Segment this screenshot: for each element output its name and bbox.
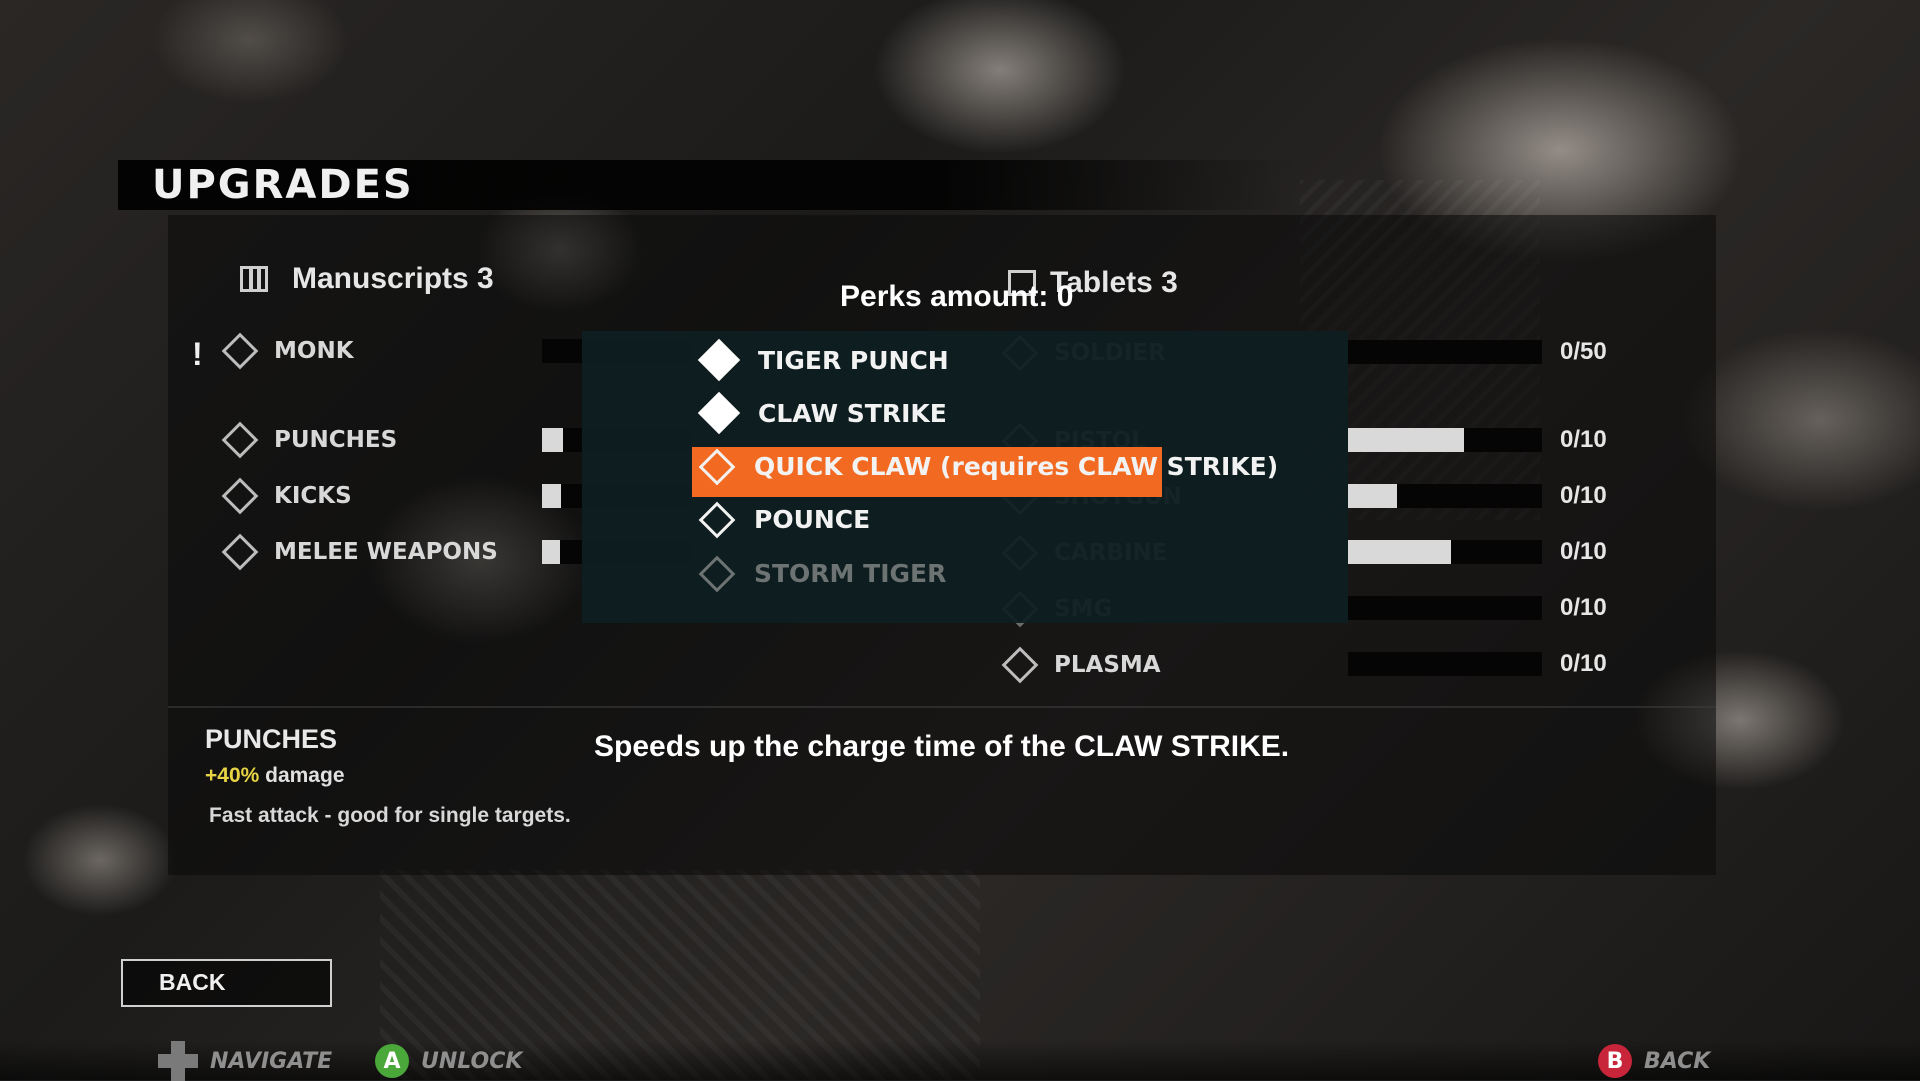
dpad-icon: [158, 1041, 198, 1081]
perk-diamond-icon: [697, 391, 741, 435]
skill-progress-bar: [1348, 428, 1542, 452]
skill-row-monk[interactable]: MONK: [220, 331, 354, 371]
skill-stat-label: damage: [259, 764, 345, 787]
a-button-icon: A: [375, 1044, 409, 1078]
skill-stat: +40% damage: [205, 764, 345, 788]
perks-amount: Perks amount: 0: [840, 280, 1074, 313]
skill-progress-fill: [542, 540, 560, 564]
perk-label: POUNCE: [754, 505, 871, 534]
perk-item[interactable]: CLAW STRIKE: [697, 391, 947, 435]
perk-label: TIGER PUNCH: [758, 345, 949, 375]
perk-diamond-icon: [698, 448, 736, 485]
skill-label: PLASMA: [1054, 652, 1161, 678]
alert-icon: !: [192, 336, 203, 372]
skill-stat-value: +40%: [205, 764, 260, 787]
skill-progress-value: 0/10: [1560, 426, 1607, 453]
perk-item[interactable]: TIGER PUNCH: [697, 338, 949, 382]
skill-progress-fill: [542, 484, 561, 508]
skill-progress-bar: [1348, 340, 1542, 364]
skill-progress-fill: [1348, 484, 1397, 508]
skill-progress-value: 0/10: [1560, 538, 1607, 565]
skill-icon: [220, 331, 260, 371]
skill-icon: [220, 476, 260, 516]
skill-description-text: Fast attack - good for single targets.: [209, 804, 571, 827]
skill-label: MELEE WEAPONS: [274, 539, 498, 565]
perk-label: CLAW STRIKE: [758, 398, 947, 428]
perk-diamond-icon: [697, 338, 741, 382]
skill-row-plasma[interactable]: PLASMA: [1000, 645, 1161, 685]
skill-progress-value: 0/10: [1560, 594, 1607, 621]
perk-label: STORM TIGER: [754, 559, 947, 588]
manuscripts-counter: Manuscripts 3: [240, 262, 494, 296]
perk-item[interactable]: STORM TIGER: [698, 555, 947, 592]
skill-row-melee-weapons[interactable]: MELEE WEAPONS: [220, 532, 498, 572]
perk-item[interactable]: POUNCE: [698, 501, 871, 538]
perk-diamond-icon: [698, 555, 736, 592]
skill-progress-fill: [542, 428, 563, 452]
back-button[interactable]: BACK: [121, 959, 332, 1007]
unlock-label: UNLOCK: [421, 1048, 523, 1074]
manuscript-icon: [240, 266, 268, 292]
page-title: UPGRADES: [152, 162, 414, 208]
skill-progress-value: 0/10: [1560, 650, 1607, 677]
skill-description-title: PUNCHES: [205, 724, 338, 754]
skill-progress-bar: [1348, 484, 1542, 508]
navigate-label: NAVIGATE: [210, 1048, 333, 1074]
manuscripts-label: Manuscripts 3: [292, 262, 494, 295]
skill-label: MONK: [274, 338, 354, 364]
skill-row-kicks[interactable]: KICKS: [220, 476, 352, 516]
perk-description: Speeds up the charge time of the CLAW ST…: [594, 730, 1290, 763]
skill-icon: [220, 532, 260, 572]
back-label: BACK: [1644, 1048, 1711, 1074]
perk-diamond-icon: [698, 501, 736, 538]
skill-progress-value: 0/50: [1560, 338, 1607, 365]
skill-progress-value: 0/10: [1560, 482, 1607, 509]
skill-progress-bar: [1348, 652, 1542, 676]
skill-label: PUNCHES: [274, 427, 398, 453]
skill-label: KICKS: [274, 483, 352, 509]
perk-label: QUICK CLAW (requires CLAW STRIKE): [754, 452, 1279, 481]
unlock-hint[interactable]: A UNLOCK: [375, 1044, 522, 1078]
skill-progress-bar: [1348, 540, 1542, 564]
skill-progress-fill: [1348, 428, 1464, 452]
skill-progress-fill: [1348, 540, 1451, 564]
navigate-hint: NAVIGATE: [158, 1041, 332, 1081]
skill-row-punches[interactable]: PUNCHES: [220, 420, 397, 460]
perk-item[interactable]: QUICK CLAW (requires CLAW STRIKE): [698, 448, 1279, 485]
panel-divider: [168, 706, 1716, 708]
skill-icon: [220, 420, 260, 460]
skill-icon: [1000, 645, 1040, 685]
b-button-icon: B: [1598, 1044, 1632, 1078]
back-hint[interactable]: B BACK: [1598, 1044, 1710, 1078]
skill-progress-bar: [1348, 596, 1542, 620]
